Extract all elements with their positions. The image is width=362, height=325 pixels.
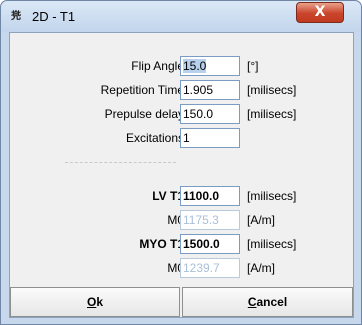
title-bar[interactable]: 兠 2D - T1 X <box>1 1 361 32</box>
lv-t1-field[interactable]: 1100.0 <box>180 186 240 206</box>
lv-m0-field: 1175.3 <box>180 210 240 230</box>
lv-t1-unit: [milisecs] <box>247 189 297 203</box>
cancel-button[interactable]: Cancel <box>182 287 353 317</box>
prepulse-delay-unit: [milisecs] <box>247 107 297 121</box>
myo-t1-unit: [milisecs] <box>247 237 297 251</box>
flip-angle-unit: [°] <box>247 59 259 73</box>
window-title: 2D - T1 <box>32 9 76 24</box>
close-button[interactable]: X <box>296 2 344 23</box>
myo-m0-row: M0 1239.7 [A/m] <box>10 258 355 278</box>
cancel-label-rest: ancel <box>256 295 288 309</box>
myo-m0-field: 1239.7 <box>180 258 240 278</box>
lv-m0-row: M0 1175.3 [A/m] <box>10 210 355 230</box>
dialog-body: Flip Angle 15.0 [°] Repetition Time 1.90… <box>9 32 354 318</box>
ok-button[interactable]: Ok <box>10 287 180 317</box>
dialog-window: 兠 2D - T1 X Flip Angle 15.0 [°] Repetiti… <box>0 0 362 325</box>
flip-angle-row: Flip Angle 15.0 [°] <box>10 56 355 76</box>
excitations-label: Excitations <box>125 131 184 145</box>
prepulse-delay-field[interactable]: 150.0 <box>180 104 240 124</box>
repetition-time-field[interactable]: 1.905 <box>180 80 240 100</box>
myo-m0-unit: [A/m] <box>247 261 276 275</box>
lv-t1-row: LV T1 1100.0 [milisecs] <box>10 186 355 206</box>
myo-t1-field[interactable]: 1500.0 <box>180 234 240 254</box>
app-icon: 兠 <box>11 11 21 22</box>
repetition-time-row: Repetition Time 1.905 [milisecs] <box>10 80 355 100</box>
prepulse-delay-row: Prepulse delay 150.0 [milisecs] <box>10 104 355 124</box>
excitations-field[interactable]: 1 <box>180 128 240 148</box>
section-divider <box>65 162 176 163</box>
flip-angle-value: 15.0 <box>183 59 207 73</box>
myo-t1-label: MYO T1 <box>139 237 184 251</box>
excitations-row: Excitations 1 <box>10 128 355 148</box>
ok-mnemonic: O <box>86 295 97 309</box>
flip-angle-field[interactable]: 15.0 <box>180 56 240 76</box>
repetition-time-label: Repetition Time <box>100 83 184 97</box>
prepulse-delay-label: Prepulse delay <box>104 107 184 121</box>
myo-t1-row: MYO T1 1500.0 [milisecs] <box>10 234 355 254</box>
flip-angle-label: Flip Angle <box>131 59 184 73</box>
repetition-time-unit: [milisecs] <box>247 83 297 97</box>
lv-m0-unit: [A/m] <box>247 213 276 227</box>
ok-label-rest: k <box>96 295 104 309</box>
